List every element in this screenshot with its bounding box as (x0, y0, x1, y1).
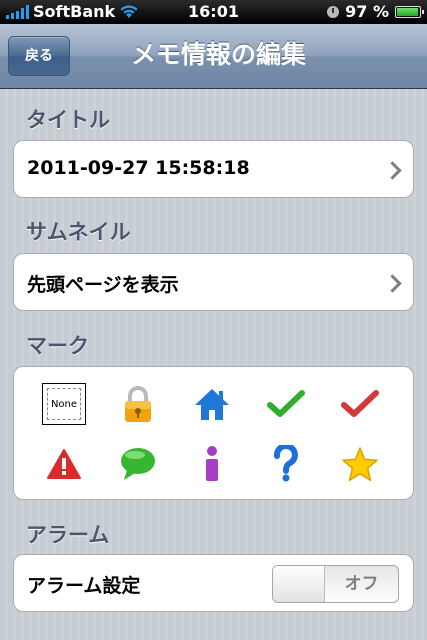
toggle-state-label: オフ (344, 574, 379, 594)
back-button[interactable]: 戻る (8, 36, 70, 76)
signal-strength-icon (6, 4, 29, 19)
home-icon (195, 389, 229, 420)
section-header-thumbnail: サムネイル (26, 220, 131, 244)
mark-cell: None (13, 366, 414, 500)
warning-icon (47, 449, 81, 479)
wifi-icon (120, 5, 138, 18)
alarm-label: アラーム設定 (27, 575, 141, 597)
carrier-name: SoftBank (33, 2, 116, 21)
mark-info[interactable] (189, 441, 235, 487)
chevron-right-icon (383, 161, 402, 180)
chevron-right-icon (383, 274, 402, 293)
info-icon (206, 446, 218, 481)
thumbnail-cell[interactable]: 先頭ページを表示 (13, 253, 414, 311)
section-header-alarm: アラーム (26, 523, 110, 547)
check-red-icon (341, 390, 379, 417)
mark-grid: None (14, 367, 413, 499)
speech-bubble-icon (121, 448, 155, 480)
star-icon (342, 447, 378, 482)
check-green-icon (267, 390, 305, 417)
mark-question[interactable] (263, 441, 309, 487)
mark-speech-bubble[interactable] (115, 441, 161, 487)
section-header-mark: マーク (26, 334, 89, 358)
status-left: SoftBank (6, 2, 139, 21)
toggle-knob (273, 566, 325, 602)
battery-icon (395, 5, 424, 18)
page-title: メモ情報の編集 (130, 40, 306, 69)
mark-check-red[interactable] (337, 381, 383, 427)
mark-home[interactable] (189, 381, 235, 427)
title-value: 2011-09-27 15:58:18 (27, 157, 250, 179)
section-header-title: タイトル (26, 108, 110, 132)
status-bar: SoftBank 16:01 97 % (0, 0, 427, 24)
none-label: None (47, 388, 81, 420)
none-icon: None (42, 383, 86, 425)
thumbnail-value: 先頭ページを表示 (27, 274, 179, 296)
mark-none[interactable]: None (41, 381, 87, 427)
title-cell[interactable]: 2011-09-27 15:58:18 (13, 140, 414, 198)
mark-warning[interactable] (41, 441, 87, 487)
alarm-cell: アラーム設定 オフ (13, 554, 414, 612)
alarm-clock-icon (327, 5, 340, 18)
status-right: 97 % (327, 2, 424, 21)
mark-star[interactable] (337, 441, 383, 487)
alarm-toggle[interactable]: オフ (272, 565, 399, 603)
question-icon (273, 445, 298, 482)
mark-lock[interactable] (115, 381, 161, 427)
lock-icon (125, 386, 151, 422)
mark-check-green[interactable] (263, 381, 309, 427)
navigation-bar: 戻る メモ情報の編集 (0, 24, 427, 89)
battery-percent: 97 % (345, 2, 389, 21)
